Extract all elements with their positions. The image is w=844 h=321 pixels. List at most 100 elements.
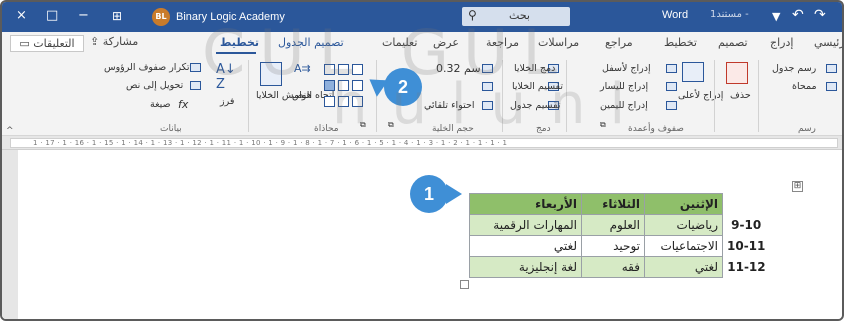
collapse-ribbon-icon[interactable]: ^: [6, 126, 14, 136]
table-move-handle[interactable]: ⊞: [792, 181, 803, 192]
table-cell[interactable]: لغة إنجليزية: [469, 256, 582, 278]
table-cell[interactable]: العلوم: [581, 214, 645, 236]
draw-table-icon: [826, 64, 837, 73]
header-cell-monday[interactable]: الإثنين: [644, 193, 723, 215]
time-cell[interactable]: 9-10: [722, 214, 770, 236]
table-cell[interactable]: المهارات الرقمية: [469, 214, 582, 236]
ribbon-tabs: ▭ التعليقات ⇪ مشاركة تخطيط تصميم الجدول …: [2, 32, 842, 54]
horizontal-ruler[interactable]: 1 · 17 · 1 · 16 · 1 · 15 · 1 · 14 · 1 · …: [2, 136, 842, 150]
tab-layout-page[interactable]: تخطيط: [664, 36, 697, 49]
rows-cols-launcher-icon[interactable]: ⧉: [600, 120, 606, 130]
redo-icon[interactable]: ↷: [814, 7, 826, 23]
ribbon-display-icon[interactable]: ⊞: [112, 8, 122, 24]
align-middle-right-icon[interactable]: [324, 80, 335, 91]
tab-review[interactable]: مراجعة: [486, 36, 519, 49]
schedule-table[interactable]: الأربعاء الثلاثاء الإثنين المهارات الرقم…: [469, 193, 770, 278]
share-icon: ⇪: [90, 35, 103, 48]
header-cell-corner: [722, 193, 770, 215]
title-bar: × □ − ⊞ BL Binary Logic Academy ⚲ بحث Wo…: [2, 2, 842, 32]
maximize-icon[interactable]: □: [46, 8, 58, 24]
align-top-right-icon[interactable]: [324, 64, 335, 75]
sort-button[interactable]: فرز: [220, 96, 234, 107]
header-cell-wednesday[interactable]: الأربعاء: [469, 193, 582, 215]
align-top-left-icon[interactable]: [352, 64, 363, 75]
table-cell[interactable]: رياضيات: [644, 214, 723, 236]
table-cell[interactable]: لغتي: [644, 256, 723, 278]
time-cell[interactable]: 10-11: [722, 235, 770, 257]
table-cell[interactable]: فقه: [581, 256, 645, 278]
draw-table-button[interactable]: رسم جدول: [772, 63, 816, 74]
insert-right-button[interactable]: إدراج لليمين: [600, 100, 648, 111]
eraser-button[interactable]: ممحاة: [792, 81, 817, 92]
repeat-header-rows-button[interactable]: تكرار صفوف الرؤوس: [104, 62, 190, 73]
cell-size-group-label: حجم الخلية: [432, 124, 474, 134]
align-bottom-center-icon[interactable]: [338, 96, 349, 107]
alignment-launcher-icon[interactable]: ⧉: [360, 120, 366, 130]
split-cells-button[interactable]: تقسيم الخلايا: [512, 81, 563, 92]
autofit-button[interactable]: احتواء تلقائي: [424, 100, 474, 111]
cell-size-launcher-icon[interactable]: ⧉: [388, 120, 394, 130]
tab-insert[interactable]: إدراج: [770, 36, 793, 49]
search-label: بحث: [509, 9, 530, 22]
align-bottom-right-icon[interactable]: [324, 96, 335, 107]
insert-left-button[interactable]: إدراج لليسار: [600, 81, 648, 92]
align-top-center-icon[interactable]: [338, 64, 349, 75]
time-cell[interactable]: 11-12: [722, 256, 770, 278]
search-box[interactable]: ⚲ بحث: [462, 7, 570, 26]
callout-1-arrow: [446, 184, 462, 204]
convert-text-icon: [190, 81, 201, 90]
delete-button[interactable]: حذف: [730, 90, 751, 101]
insert-right-icon: [666, 101, 677, 110]
cell-margins-icon: [260, 62, 282, 86]
data-group-label: بيانات: [160, 124, 182, 134]
convert-to-text-button[interactable]: تحويل إلى نص: [126, 80, 183, 91]
header-cell-tuesday[interactable]: الثلاثاء: [581, 193, 645, 215]
insert-below-button[interactable]: إدراج لأسفل: [602, 63, 651, 74]
minimize-icon[interactable]: −: [78, 8, 89, 24]
merge-group-label: دمج: [536, 124, 551, 134]
align-bottom-left-icon[interactable]: [352, 96, 363, 107]
table-cell[interactable]: لغتي: [469, 235, 582, 257]
table-resize-handle[interactable]: [460, 280, 469, 289]
tab-references[interactable]: مراجع: [605, 36, 633, 49]
table-row: المهارات الرقمية العلوم رياضيات 9-10: [469, 214, 770, 236]
comments-button[interactable]: ▭ التعليقات: [10, 35, 84, 52]
tab-home[interactable]: رئيسي: [814, 36, 842, 49]
comments-icon: ▭: [19, 37, 34, 50]
tab-design[interactable]: تصميم: [718, 36, 748, 49]
tab-view[interactable]: عرض: [433, 36, 459, 49]
table-cell[interactable]: توحيد: [581, 235, 645, 257]
formula-button[interactable]: صيغة: [150, 99, 171, 110]
qat-customize-icon[interactable]: ▼: [772, 10, 780, 23]
share-button[interactable]: ⇪ مشاركة: [90, 35, 138, 48]
group-divider: [714, 60, 715, 132]
avatar: BL: [152, 8, 170, 26]
tab-mailings[interactable]: مراسلات: [538, 36, 579, 49]
delete-icon: [726, 62, 748, 84]
repeat-header-icon: [190, 63, 201, 72]
merge-cells-button[interactable]: دمج الخلايا: [514, 63, 555, 74]
alignment-group-label: محاذاة: [314, 124, 339, 134]
insert-above-icon: [682, 62, 704, 82]
user-name: Binary Logic Academy: [176, 11, 285, 23]
ribbon-panel: تكرار صفوف الرؤوس تحويل إلى نص fx صيغة A…: [2, 54, 842, 136]
insert-below-icon: [666, 64, 677, 73]
undo-icon[interactable]: ↶: [792, 7, 804, 23]
tab-help[interactable]: تعليمات: [382, 36, 417, 49]
draw-group-label: رسم: [798, 124, 816, 134]
account-button[interactable]: BL Binary Logic Academy: [152, 7, 285, 27]
split-table-button[interactable]: تقسيم جدول: [510, 100, 560, 111]
table-header-row: الأربعاء الثلاثاء الإثنين: [469, 193, 770, 215]
tab-layout[interactable]: تخطيط: [220, 36, 259, 49]
close-icon[interactable]: ×: [16, 8, 27, 24]
align-middle-left-icon[interactable]: [352, 80, 363, 91]
group-divider: [566, 60, 567, 132]
table-cell[interactable]: الاجتماعيات: [644, 235, 723, 257]
app-name: Word: [662, 9, 689, 21]
row-height-field[interactable]: 0.32 سم: [436, 62, 481, 75]
align-middle-center-icon[interactable]: [338, 80, 349, 91]
tab-table-design[interactable]: تصميم الجدول: [278, 36, 344, 49]
page-margin: [2, 150, 18, 319]
table-row: لغتي توحيد الاجتماعيات 10-11: [469, 235, 770, 257]
insert-above-button[interactable]: إدراج لأعلى: [678, 90, 723, 101]
